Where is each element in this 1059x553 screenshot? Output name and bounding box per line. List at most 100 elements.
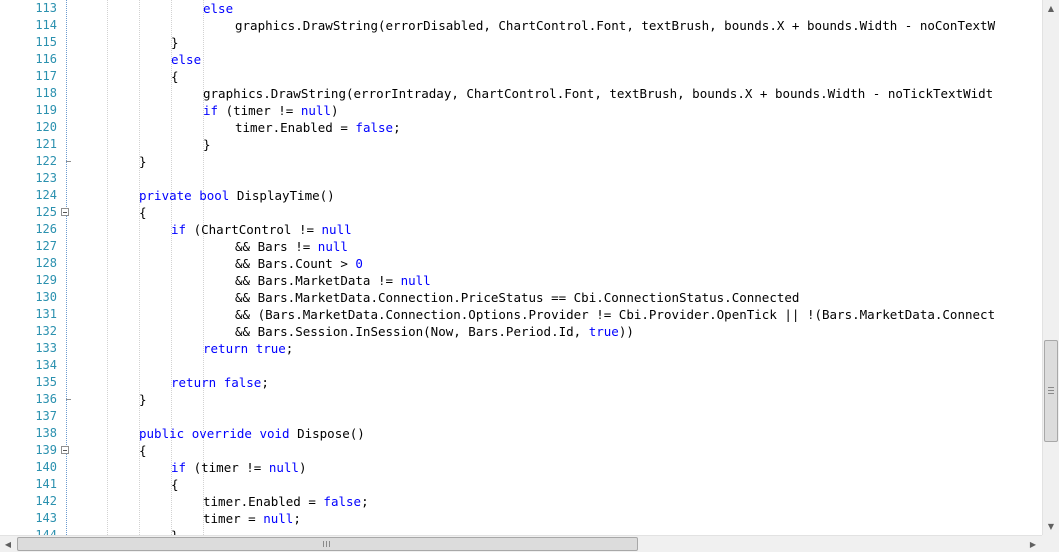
line-number: 119 [35, 103, 57, 117]
keyword-token: else [171, 52, 202, 67]
code-token: { [171, 69, 179, 84]
code-line[interactable]: 122} [0, 153, 1042, 170]
code-text: graphics.DrawString(errorIntraday, Chart… [203, 85, 993, 102]
code-line[interactable]: 119 if (timer != null) [0, 102, 1042, 119]
code-text: return false; [171, 374, 269, 391]
code-line[interactable]: 128 && Bars.Count > 0 [0, 255, 1042, 272]
code-line[interactable]: 139 { [0, 442, 1042, 459]
keyword-token: return [171, 375, 217, 390]
horizontal-scroll-thumb[interactable] [17, 537, 638, 551]
code-line[interactable]: 138 public override void Dispose() [0, 425, 1042, 442]
line-number: 116 [35, 52, 57, 66]
code-token: (timer != [218, 103, 301, 118]
code-token: { [139, 443, 147, 458]
line-number: 125 [35, 205, 57, 219]
code-line[interactable]: 118 graphics.DrawString(errorIntraday, Ch… [0, 85, 1042, 102]
code-line[interactable]: 144} [0, 527, 1042, 535]
keyword-token: public [139, 426, 185, 441]
code-line[interactable]: 137 [0, 408, 1042, 425]
code-text: else [203, 0, 233, 17]
code-text: { [171, 68, 179, 85]
line-number: 115 [35, 35, 57, 49]
keyword-token: 0 [355, 256, 363, 271]
code-line[interactable]: 141 { [0, 476, 1042, 493]
code-token: timer.Enabled = [235, 120, 356, 135]
code-line[interactable]: 117 { [0, 68, 1042, 85]
collapse-icon[interactable] [61, 446, 69, 454]
code-line[interactable]: 142 timer.Enabled = false; [0, 493, 1042, 510]
code-line[interactable]: 114 graphics.DrawString(errorDisabled, Ch… [0, 17, 1042, 34]
code-line[interactable]: 116 else [0, 51, 1042, 68]
code-line[interactable]: 131 && (Bars.MarketData.Connection.Option… [0, 306, 1042, 323]
code-token: Dispose() [289, 426, 365, 441]
code-token: graphics.DrawString(errorDisabled, Chart… [235, 18, 996, 33]
keyword-token: if [171, 460, 187, 475]
code-token: && Bars.MarketData != [235, 273, 401, 288]
code-text: { [139, 204, 147, 221]
code-text: } [203, 136, 211, 153]
code-line[interactable]: 125 { [0, 204, 1042, 221]
code-token: (ChartControl != [186, 222, 322, 237]
code-line[interactable]: 129 && Bars.MarketData != null [0, 272, 1042, 289]
keyword-token: override [191, 426, 252, 441]
code-text: } [171, 34, 179, 51]
code-line[interactable]: 130 && Bars.MarketData.Connection.PriceSt… [0, 289, 1042, 306]
arrow-right-icon[interactable]: ▶ [1025, 536, 1041, 553]
keyword-token: if [171, 222, 187, 237]
line-number: 134 [35, 358, 57, 372]
line-number: 113 [35, 1, 57, 15]
line-number: 132 [35, 324, 57, 338]
code-line[interactable]: 132 && Bars.Session.InSession(Now, Bars.P… [0, 323, 1042, 340]
code-line[interactable]: 120 timer.Enabled = false; [0, 119, 1042, 136]
code-text: && (Bars.MarketData.Connection.Options.P… [235, 306, 995, 323]
code-text: else [171, 51, 201, 68]
code-line[interactable]: 121} [0, 136, 1042, 153]
line-number: 129 [35, 273, 57, 287]
line-number: 127 [35, 239, 57, 253]
line-number: 122 [35, 154, 57, 168]
collapse-icon[interactable] [61, 208, 69, 216]
keyword-token: false [223, 375, 262, 390]
line-number: 133 [35, 341, 57, 355]
line-number: 118 [35, 86, 57, 100]
code-token: ; [361, 494, 369, 509]
code-line[interactable]: 135 return false; [0, 374, 1042, 391]
horizontal-scrollbar[interactable]: ◀ ▶ [0, 535, 1042, 552]
code-line[interactable]: 115} [0, 34, 1042, 51]
code-token: graphics.DrawString(errorIntraday, Chart… [203, 86, 994, 101]
line-number: 131 [35, 307, 57, 321]
code-token: { [171, 477, 179, 492]
code-line[interactable]: 136} [0, 391, 1042, 408]
code-token: } [203, 137, 211, 152]
code-line[interactable]: 124 private bool DisplayTime() [0, 187, 1042, 204]
code-line[interactable]: 140 if (timer != null) [0, 459, 1042, 476]
code-line[interactable]: 133 return true; [0, 340, 1042, 357]
code-line[interactable]: 127 && Bars != null [0, 238, 1042, 255]
code-text: timer.Enabled = false; [203, 493, 369, 510]
code-line[interactable]: 143 timer = null; [0, 510, 1042, 527]
keyword-token: null [321, 222, 352, 237]
line-number: 126 [35, 222, 57, 236]
code-line[interactable]: 126 if (ChartControl != null [0, 221, 1042, 238]
keyword-token: bool [199, 188, 230, 203]
code-line[interactable]: 123 [0, 170, 1042, 187]
arrow-down-icon[interactable]: ▼ [1043, 518, 1059, 535]
code-line[interactable]: 134 [0, 357, 1042, 374]
arrow-left-icon[interactable]: ◀ [0, 536, 16, 553]
fold-end-marker [66, 161, 71, 162]
code-token: && (Bars.MarketData.Connection.Options.P… [235, 307, 996, 322]
keyword-token: return [203, 341, 249, 356]
vertical-scroll-thumb[interactable] [1044, 340, 1058, 442]
keyword-token: void [259, 426, 290, 441]
code-line[interactable]: 113 else [0, 0, 1042, 17]
keyword-token: false [355, 120, 394, 135]
code-token: && Bars.Session.InSession(Now, Bars.Peri… [235, 324, 589, 339]
line-number: 142 [35, 494, 57, 508]
code-text: timer.Enabled = false; [235, 119, 401, 136]
keyword-token: null [263, 511, 294, 526]
code-editor[interactable]: 113 else 114 graphics.DrawString(errorDisab… [0, 0, 1042, 535]
arrow-up-icon[interactable]: ▲ [1043, 0, 1059, 17]
vertical-scrollbar[interactable]: ▲ ▼ [1042, 0, 1059, 535]
